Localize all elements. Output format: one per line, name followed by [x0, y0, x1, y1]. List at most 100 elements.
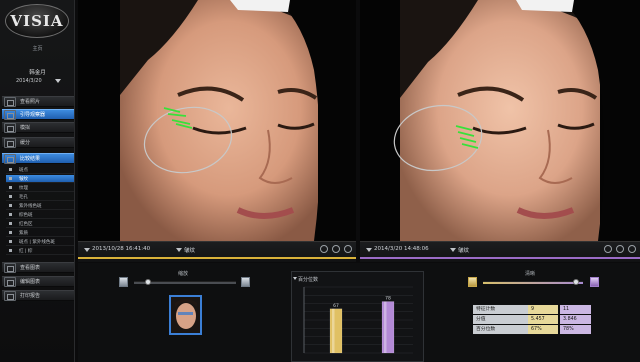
table-row: 百分位数 67% 78%	[473, 325, 591, 334]
bullet-icon	[9, 204, 12, 207]
nav-label: 编辑图表	[20, 279, 41, 285]
sub-label: 斑点 | 紫外线色斑	[19, 239, 55, 245]
right-photo-toolbar: 2014/3/20 14:48:06 皱纹	[360, 241, 640, 262]
nav-simulation[interactable]: 模拟	[2, 122, 74, 133]
sub-item-uv-spots[interactable]: 紫外线色斑	[6, 202, 74, 210]
row-label: 百分位数	[473, 325, 528, 334]
sub-item-wrinkles[interactable]: 皱纹	[6, 175, 74, 183]
nav-label: 模拟	[20, 125, 31, 131]
left-timestamp[interactable]: 2013/10/28 16:41:40	[92, 246, 150, 252]
clarity-low-icon[interactable]	[468, 277, 477, 287]
sub-item-red-brown[interactable]: 红 | 棕	[6, 247, 74, 255]
chart-title: 百分位数	[298, 277, 319, 283]
chart-bar-highlight	[332, 308, 335, 353]
contrast-icon[interactable]	[320, 245, 328, 253]
chevron-down-icon[interactable]	[450, 248, 456, 252]
eye-icon[interactable]	[616, 245, 624, 253]
zoom-label: 缩放	[178, 271, 189, 277]
compare-icon	[4, 153, 16, 164]
sub-label: 纹理	[19, 185, 28, 191]
photo-icon	[4, 96, 16, 107]
eye-icon[interactable]	[332, 245, 340, 253]
gear-icon[interactable]	[344, 245, 352, 253]
right-mode-select[interactable]: 皱纹	[458, 246, 469, 254]
sub-label: 皱纹	[19, 176, 28, 182]
value-after: 3.846	[560, 315, 591, 324]
patient-name: 韩金月	[29, 70, 46, 76]
right-timestamp[interactable]: 2014/3/20 14:48:06	[374, 246, 429, 252]
nav-guided-viewer[interactable]: 引导观察器	[2, 109, 74, 120]
sub-label: 斑点	[19, 167, 28, 173]
chevron-down-icon[interactable]	[293, 277, 297, 280]
home-link[interactable]: 主页	[0, 45, 75, 52]
nav-view-photos[interactable]: 查看照片	[2, 96, 74, 107]
right-photo-panel: 2014/3/20 14:48:06 皱纹	[360, 0, 640, 262]
nav-label: 缓分	[20, 140, 31, 146]
sub-item-red-areas[interactable]: 红色区	[6, 220, 74, 228]
nav-label: 查看图表	[20, 265, 41, 271]
right-accent-bar	[360, 257, 640, 259]
sub-item-pores[interactable]: 毛孔	[6, 193, 74, 201]
sub-item-brown-spots[interactable]: 棕色斑	[6, 211, 74, 219]
edit-icon	[4, 276, 16, 287]
sub-label: 红色区	[19, 221, 33, 227]
clarity-high-icon[interactable]	[590, 277, 599, 287]
sub-label: 紫外线色斑	[19, 203, 42, 209]
nav-compare-results[interactable]: 比较结果	[2, 153, 74, 164]
value-before: 9	[528, 305, 558, 314]
zoom-in-icon[interactable]	[241, 277, 250, 287]
bullet-icon	[9, 168, 12, 171]
chart-data-label: 78	[385, 296, 391, 302]
bullet-icon	[9, 231, 12, 234]
print-icon	[4, 290, 16, 301]
sub-item-texture[interactable]: 纹理	[6, 184, 74, 192]
right-face-photo[interactable]	[360, 0, 640, 241]
value-after: 78%	[560, 325, 591, 334]
value-after: 11	[560, 305, 591, 314]
logo-text: VISIA	[10, 12, 64, 30]
face-thumbnail[interactable]	[169, 295, 202, 335]
nav-label: 引导观察器	[20, 112, 46, 118]
bullet-icon	[9, 213, 12, 216]
nav-edit-charts[interactable]: 编辑图表	[2, 276, 74, 287]
nav-view-charts[interactable]: 查看图表	[2, 262, 74, 273]
thumbnail-image	[171, 297, 200, 333]
viewer-icon	[4, 109, 16, 120]
value-before: 67%	[528, 325, 558, 334]
bullet-icon	[9, 195, 12, 198]
chart-data-label: 67	[333, 303, 339, 309]
clarity-label: 清晰	[525, 271, 536, 277]
clarity-slider[interactable]	[483, 281, 583, 284]
zoom-out-icon[interactable]	[119, 277, 128, 287]
left-mode-select[interactable]: 皱纹	[184, 246, 195, 254]
row-label: 特征计数	[473, 305, 528, 314]
zoom-slider-handle[interactable]	[145, 279, 151, 285]
chevron-down-icon[interactable]	[176, 248, 182, 252]
left-photo-toolbar: 2013/10/28 16:41:40 皱纹	[78, 241, 356, 262]
clarity-slider-handle[interactable]	[573, 279, 579, 285]
sub-label: 紫质	[19, 230, 28, 236]
nav-label: 打印报告	[20, 293, 41, 299]
nav-print-report[interactable]: 打印报告	[2, 290, 74, 301]
chevron-down-icon[interactable]	[366, 248, 372, 252]
contrast-icon[interactable]	[604, 245, 612, 253]
chevron-down-icon[interactable]	[55, 79, 61, 83]
left-face-photo[interactable]	[78, 0, 356, 241]
sub-item-porphyrins[interactable]: 紫质	[6, 229, 74, 237]
chart-icon	[4, 262, 16, 273]
table-row: 分值 5.457 3.846	[473, 315, 591, 324]
session-date[interactable]: 2014/3/20	[16, 78, 42, 84]
sub-item-spots[interactable]: 斑点	[6, 166, 74, 174]
chevron-down-icon[interactable]	[84, 248, 90, 252]
visia-logo[interactable]: VISIA	[5, 4, 69, 38]
nav-label: 比较结果	[20, 156, 41, 162]
gear-icon[interactable]	[628, 245, 636, 253]
sub-item-spots-uv[interactable]: 斑点 | 紫外线色斑	[6, 238, 74, 246]
left-photo-panel: 2013/10/28 16:41:40 皱纹	[78, 0, 356, 262]
sub-label: 红 | 棕	[19, 248, 33, 254]
left-accent-bar	[78, 257, 356, 259]
face-image	[78, 0, 356, 241]
face-image	[360, 0, 640, 241]
simulation-icon	[4, 122, 16, 133]
nav-analysis[interactable]: 缓分	[2, 137, 74, 148]
